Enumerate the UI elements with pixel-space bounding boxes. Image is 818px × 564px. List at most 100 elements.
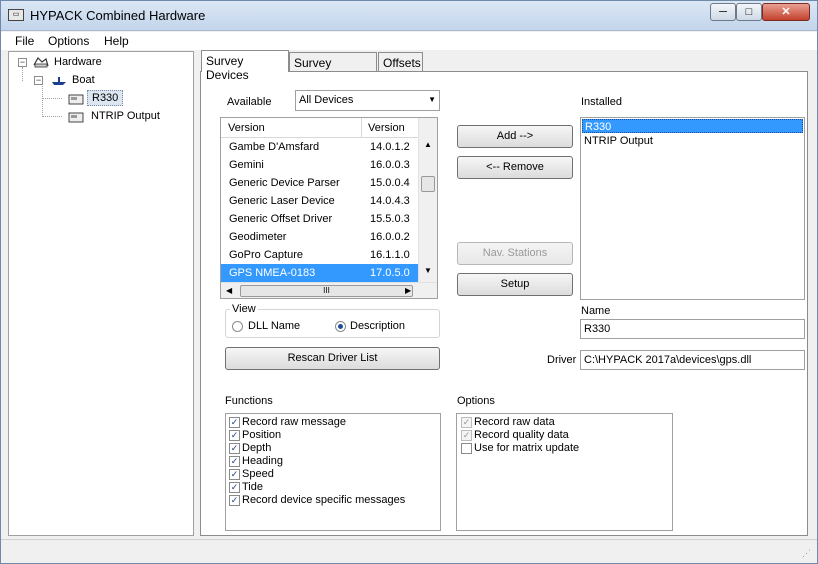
check-icon[interactable]: ✓ [229, 443, 240, 454]
minimize-button[interactable]: ─ [710, 3, 736, 21]
check-icon[interactable]: ✓ [229, 469, 240, 480]
function-item[interactable]: ✓ Speed [226, 468, 440, 481]
function-item[interactable]: ✓ Heading [226, 455, 440, 468]
device-version-cell: 14.0.4.3 [370, 195, 410, 207]
boat-icon [52, 77, 66, 85]
dropdown-arrow-icon[interactable]: ▼ [428, 95, 436, 104]
description-radio[interactable] [335, 321, 346, 332]
functions-rows: ✓ Record raw message ✓ Position ✓ Depth ✓ Headi… [226, 416, 440, 507]
device-version-cell: 16.1.1.0 [370, 249, 410, 261]
installed-rows: R330 NTRIP Output [581, 119, 804, 148]
function-item[interactable]: ✓ Tide [226, 481, 440, 494]
tree-node-device[interactable]: NTRIP Output [91, 110, 160, 122]
option-item[interactable]: ✓ Record quality data [457, 429, 672, 442]
function-item[interactable]: ✓ Position [226, 429, 440, 442]
table-row[interactable]: Gambe D'Amsfard 14.0.1.2 [221, 138, 418, 156]
table-row[interactable]: Generic Offset Driver 15.5.0.3 [221, 210, 418, 228]
function-label: Position [242, 429, 282, 441]
function-item[interactable]: ✓ Record raw message [226, 416, 440, 429]
tab-survey-connect[interactable]: Survey Connect [289, 52, 377, 84]
title-bar[interactable]: ▭ HYPACK Combined Hardware ─ □ ✕ [1, 1, 817, 31]
check-icon[interactable]: ✓ [461, 430, 472, 441]
add-button[interactable]: Add --> [457, 125, 573, 148]
scroll-up-icon[interactable]: ▲ [424, 140, 432, 149]
driver-field[interactable]: C:\HYPACK 2017a\devices\gps.dll [580, 350, 805, 370]
function-item[interactable]: ✓ Record device specific messages [226, 494, 440, 507]
installed-label: Installed [581, 96, 622, 108]
close-button[interactable]: ✕ [762, 3, 810, 21]
table-row[interactable]: Geodimeter 16.0.0.2 [221, 228, 418, 246]
available-filter-value: All Devices [299, 94, 354, 106]
list-item[interactable]: NTRIP Output [582, 134, 803, 148]
check-icon[interactable]: ✓ [229, 417, 240, 428]
check-icon[interactable] [461, 443, 472, 454]
column-header-version[interactable]: Version [368, 122, 405, 134]
list-header: Version Version [221, 118, 418, 138]
scroll-right-icon[interactable]: ▶ [405, 286, 411, 295]
table-row[interactable]: GoPro Capture 16.1.1.0 [221, 246, 418, 264]
check-icon[interactable]: ✓ [229, 430, 240, 441]
dll-name-radio-label[interactable]: DLL Name [248, 320, 300, 332]
tree-node-boat[interactable]: Boat [72, 74, 95, 86]
table-row[interactable]: GPS NMEA-0183 17.0.5.0 [221, 264, 418, 282]
table-row[interactable]: Generic Laser Device 14.0.4.3 [221, 192, 418, 210]
app-icon: ▭ [8, 9, 24, 21]
setup-button[interactable]: Setup [457, 273, 573, 296]
function-label: Tide [242, 481, 263, 493]
menu-options[interactable]: Options [48, 34, 89, 48]
vertical-scrollbar[interactable]: ▲ ▼ [418, 118, 437, 282]
function-item[interactable]: ✓ Depth [226, 442, 440, 455]
table-row[interactable]: Gemini 16.0.0.3 [221, 156, 418, 174]
device-name-cell: GPS NMEA-0183 [229, 267, 316, 279]
available-filter-select[interactable]: All Devices ▼ [295, 90, 440, 111]
list-item[interactable]: R330 [582, 119, 803, 133]
option-item[interactable]: Use for matrix update [457, 442, 672, 455]
rescan-driver-list-button[interactable]: Rescan Driver List [225, 347, 440, 370]
tree-node-device[interactable]: R330 [87, 90, 124, 106]
driver-label: Driver [547, 354, 577, 366]
menu-bar: File Options Help [1, 32, 817, 50]
options-list: ✓ Record raw data ✓ Record quality data Use … [456, 413, 673, 531]
device-icon [68, 112, 84, 123]
dll-name-radio[interactable] [232, 321, 243, 332]
option-label: Use for matrix update [474, 442, 580, 454]
function-label: Depth [242, 442, 272, 454]
device-version-cell: 14.0.1.2 [370, 141, 410, 153]
tab-offsets[interactable]: Offsets [378, 52, 423, 71]
tree-node-hardware[interactable]: Hardware [54, 56, 102, 68]
menu-file[interactable]: File [15, 34, 34, 48]
option-item[interactable]: ✓ Record raw data [457, 416, 672, 429]
device-name-cell: Generic Device Parser [229, 177, 340, 189]
collapse-hardware-icon[interactable]: − [18, 58, 27, 67]
check-icon[interactable]: ✓ [229, 495, 240, 506]
remove-button[interactable]: <-- Remove [457, 156, 573, 179]
installed-devices-list[interactable]: R330 NTRIP Output [580, 117, 805, 300]
function-label: Speed [242, 468, 274, 480]
hscroll-thumb[interactable]: III [240, 285, 413, 297]
menu-help[interactable]: Help [104, 34, 129, 48]
device-name-cell: Generic Offset Driver [229, 213, 333, 225]
scroll-thumb[interactable] [421, 176, 435, 192]
options-rows: ✓ Record raw data ✓ Record quality data Use … [457, 416, 672, 455]
column-header-name[interactable]: Version [228, 122, 265, 134]
check-icon[interactable]: ✓ [461, 417, 472, 428]
tab-survey-devices[interactable]: Survey Devices [201, 50, 289, 82]
collapse-boat-icon[interactable]: − [34, 76, 43, 85]
device-version-cell: 15.0.0.4 [370, 177, 410, 189]
view-label: View [230, 303, 258, 315]
resize-grip-icon[interactable]: ⋰ [802, 548, 811, 559]
hardware-icon [33, 57, 49, 68]
nav-stations-button[interactable]: Nav. Stations [457, 242, 573, 265]
horizontal-scrollbar[interactable]: ◀ III ▶ [221, 282, 437, 298]
table-row[interactable]: Generic Device Parser 15.0.0.4 [221, 174, 418, 192]
name-field[interactable]: R330 [580, 319, 805, 339]
maximize-button[interactable]: □ [736, 3, 762, 21]
check-icon[interactable]: ✓ [229, 482, 240, 493]
functions-list: ✓ Record raw message ✓ Position ✓ Depth ✓ Headi… [225, 413, 441, 531]
check-icon[interactable]: ✓ [229, 456, 240, 467]
device-icon [68, 94, 84, 105]
available-devices-list[interactable]: Version Version Gambe D'Amsfard 14.0.1.2 G… [220, 117, 438, 299]
scroll-left-icon[interactable]: ◀ [226, 286, 232, 295]
description-radio-label[interactable]: Description [350, 320, 405, 332]
scroll-down-icon[interactable]: ▼ [424, 266, 432, 275]
